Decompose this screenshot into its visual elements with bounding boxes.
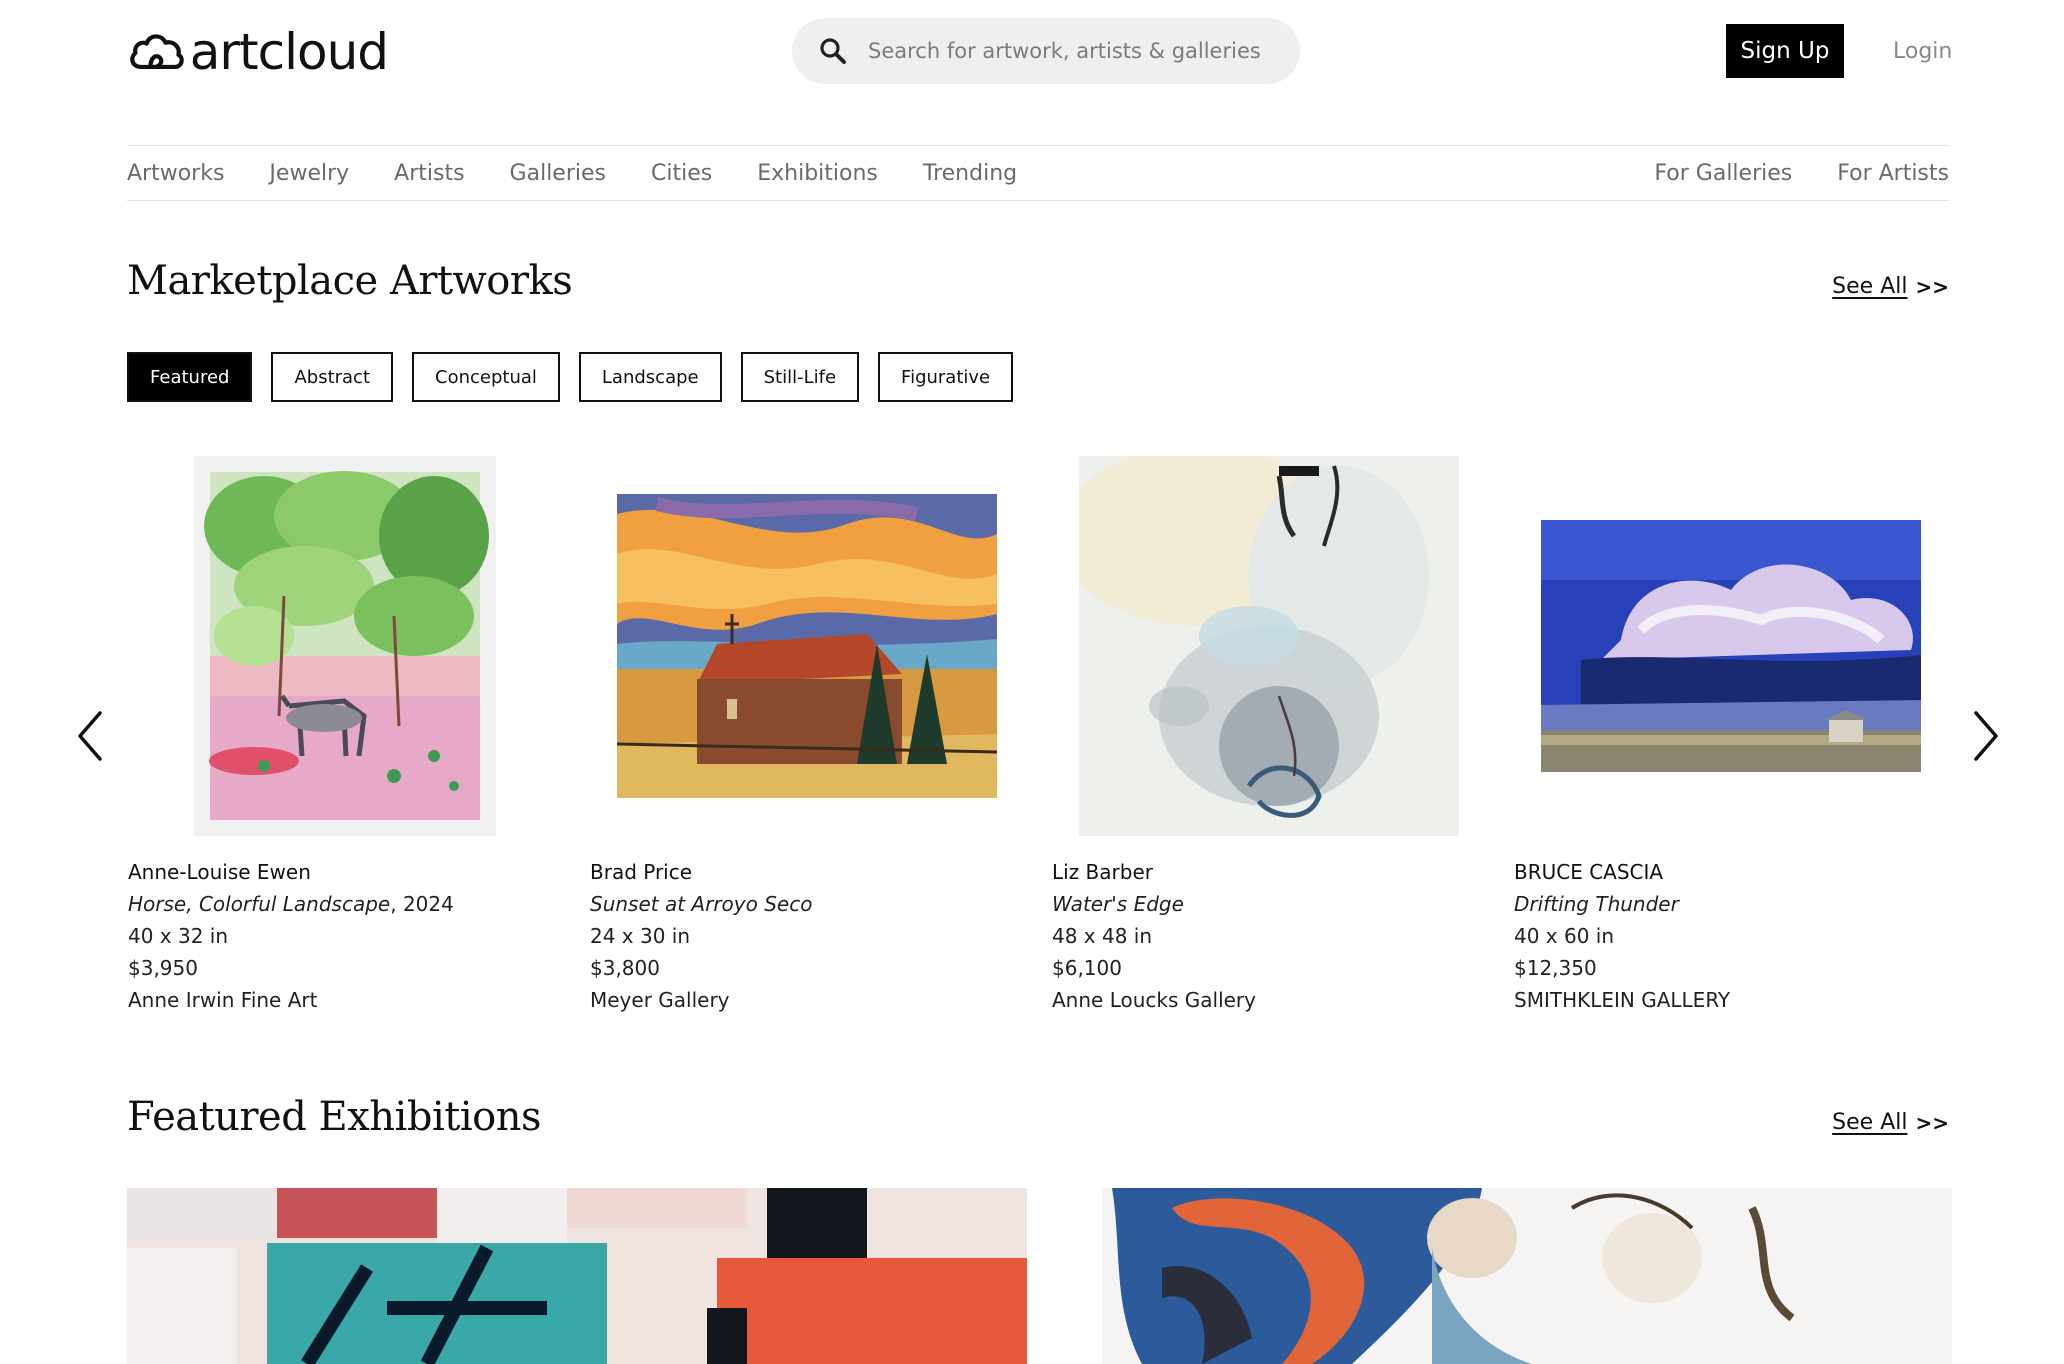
artwork-size: 48 x 48 in bbox=[1052, 924, 1153, 948]
gallery-name[interactable]: Anne Loucks Gallery bbox=[1052, 984, 1492, 1016]
artwork-price: $12,350 bbox=[1514, 956, 1597, 980]
artist-name[interactable]: BRUCE CASCIA bbox=[1514, 856, 1954, 888]
marketplace-title: Marketplace Artworks bbox=[127, 258, 573, 304]
artwork-size: 40 x 60 in bbox=[1514, 924, 1615, 948]
artwork-image[interactable] bbox=[1541, 520, 1921, 772]
exhibitions-title: Featured Exhibitions bbox=[127, 1094, 541, 1140]
artwork-image-drifting-thunder bbox=[1541, 520, 1921, 772]
exhibition-image-abstract bbox=[127, 1188, 1027, 1364]
nav-item-jewelry[interactable]: Jewelry bbox=[269, 161, 349, 186]
gallery-name[interactable]: SMITHKLEIN GALLERY bbox=[1514, 984, 1954, 1016]
artwork-meta: Brad Price Sunset at Arroyo Seco 24 x 30… bbox=[590, 856, 1030, 1016]
artwork-price: $3,800 bbox=[590, 956, 660, 980]
category-filters: Featured Abstract Conceptual Landscape S… bbox=[127, 352, 1014, 402]
artwork-meta: Liz Barber Water's Edge 48 x 48 in $6,10… bbox=[1052, 856, 1492, 1016]
nav-item-artists[interactable]: Artists bbox=[394, 161, 464, 186]
nav-left: Artworks Jewelry Artists Galleries Citie… bbox=[127, 161, 1062, 186]
double-chevron-right-icon: >> bbox=[1915, 274, 1949, 299]
artwork-size: 40 x 32 in bbox=[128, 924, 229, 948]
gallery-name[interactable]: Meyer Gallery bbox=[590, 984, 1030, 1016]
carousel-next-button[interactable] bbox=[1970, 710, 2002, 762]
artwork-size: 24 x 30 in bbox=[590, 924, 691, 948]
nav-right: For Galleries For Artists bbox=[1609, 161, 1949, 186]
filter-landscape[interactable]: Landscape bbox=[578, 352, 722, 402]
see-all-label: See All bbox=[1832, 274, 1908, 299]
artwork-image[interactable] bbox=[616, 494, 998, 798]
artwork-title: Drifting Thunder bbox=[1514, 892, 1679, 916]
artcloud-logo[interactable]: artcloud bbox=[128, 23, 389, 81]
chevron-right-icon bbox=[1974, 711, 1998, 761]
artwork-title: Water's Edge bbox=[1052, 892, 1184, 916]
artwork-title: Sunset at Arroyo Seco bbox=[590, 892, 813, 916]
artwork-price: $6,100 bbox=[1052, 956, 1122, 980]
artwork-image[interactable] bbox=[194, 456, 496, 836]
search-icon bbox=[820, 38, 846, 64]
carousel-prev-button[interactable] bbox=[74, 710, 106, 762]
artwork-price: $3,950 bbox=[128, 956, 198, 980]
sign-up-button[interactable]: Sign Up bbox=[1726, 24, 1844, 78]
search-input[interactable] bbox=[868, 39, 1268, 63]
artwork-image[interactable] bbox=[1059, 446, 1459, 836]
artwork-image-horse-landscape bbox=[204, 471, 489, 820]
nav-item-cities[interactable]: Cities bbox=[651, 161, 712, 186]
exhibition-card[interactable] bbox=[127, 1188, 1027, 1364]
chevron-left-icon bbox=[78, 711, 102, 761]
artwork-meta: BRUCE CASCIA Drifting Thunder 40 x 60 in… bbox=[1514, 856, 1954, 1016]
nav-item-for-galleries[interactable]: For Galleries bbox=[1654, 161, 1792, 186]
artist-name[interactable]: Brad Price bbox=[590, 856, 1030, 888]
login-link[interactable]: Login bbox=[1893, 24, 1952, 78]
exhibitions-see-all-link[interactable]: See All >> bbox=[1832, 1110, 1949, 1135]
artwork-image-sunset-chapel bbox=[616, 494, 998, 798]
exhibition-card[interactable] bbox=[1052, 1188, 1952, 1364]
artwork-title: Horse, Colorful Landscape bbox=[128, 892, 391, 916]
nav-item-trending[interactable]: Trending bbox=[923, 161, 1017, 186]
nav-item-for-artists[interactable]: For Artists bbox=[1837, 161, 1949, 186]
main-nav: Artworks Jewelry Artists Galleries Citie… bbox=[127, 145, 1949, 201]
cloud-logo-icon bbox=[130, 34, 184, 70]
filter-figurative[interactable]: Figurative bbox=[878, 352, 1014, 402]
filter-still-life[interactable]: Still-Life bbox=[740, 352, 860, 402]
gallery-name[interactable]: Anne Irwin Fine Art bbox=[128, 984, 568, 1016]
nav-item-exhibitions[interactable]: Exhibitions bbox=[757, 161, 878, 186]
artwork-meta: Anne-Louise Ewen Horse, Colorful Landsca… bbox=[128, 856, 568, 1016]
exhibition-image-tapestry bbox=[1052, 1188, 1952, 1364]
artwork-image-waters-edge bbox=[1059, 446, 1459, 836]
filter-abstract[interactable]: Abstract bbox=[271, 352, 394, 402]
see-all-label: See All bbox=[1832, 1110, 1908, 1135]
logo-text: artcloud bbox=[189, 23, 389, 81]
artist-name[interactable]: Anne-Louise Ewen bbox=[128, 856, 568, 888]
marketplace-see-all-link[interactable]: See All >> bbox=[1832, 274, 1949, 299]
search-bar[interactable] bbox=[792, 18, 1300, 84]
nav-item-artworks[interactable]: Artworks bbox=[127, 161, 224, 186]
filter-featured[interactable]: Featured bbox=[127, 352, 253, 402]
nav-item-galleries[interactable]: Galleries bbox=[510, 161, 606, 186]
artist-name[interactable]: Liz Barber bbox=[1052, 856, 1492, 888]
filter-conceptual[interactable]: Conceptual bbox=[412, 352, 560, 402]
double-chevron-right-icon: >> bbox=[1915, 1110, 1949, 1135]
artwork-year: , 2024 bbox=[390, 892, 454, 916]
